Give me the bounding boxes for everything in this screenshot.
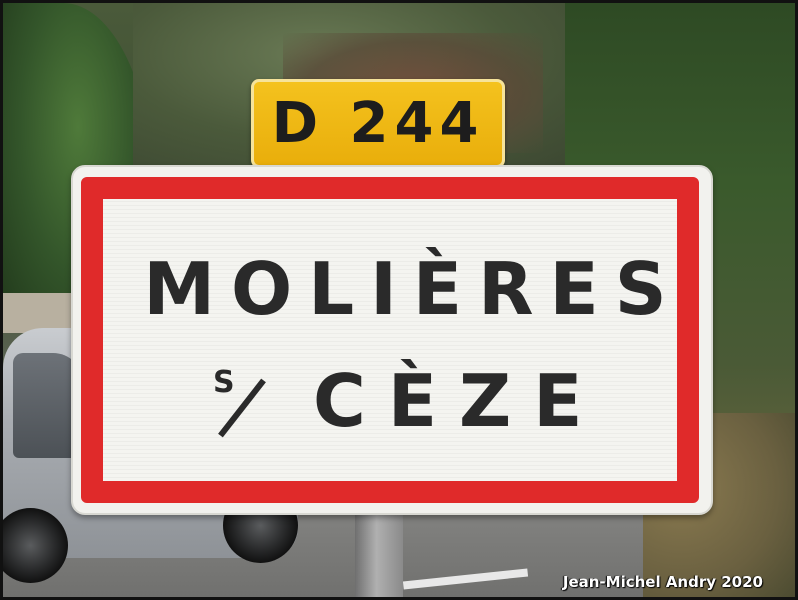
town-name-line2: S CÈZE xyxy=(213,359,653,443)
photo-frame: D 244 MOLIÈRES S CÈZE Jean-Michel Andry … xyxy=(0,0,798,600)
town-sign-red-border: MOLIÈRES S CÈZE xyxy=(81,177,699,503)
photo-credit: Jean-Michel Andry 2020 xyxy=(562,573,763,591)
car-rear-wheel xyxy=(3,508,68,583)
sur-abbreviation: S xyxy=(213,365,273,438)
town-name-word2: CÈZE xyxy=(313,359,605,443)
town-entry-sign: MOLIÈRES S CÈZE xyxy=(71,165,713,515)
route-number-plate: D 244 xyxy=(251,79,505,168)
route-number: D 244 xyxy=(271,91,485,156)
town-name-line1: MOLIÈRES xyxy=(143,247,683,331)
sur-abbreviation-letter: S xyxy=(213,365,235,400)
gravel-ground xyxy=(3,293,78,333)
